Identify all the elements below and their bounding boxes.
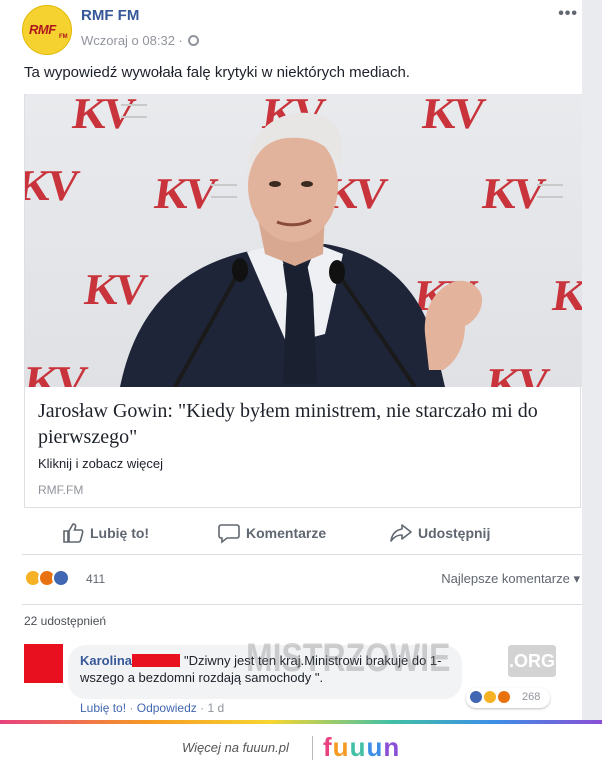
logo-letter: u	[349, 732, 367, 762]
like-label: Lubię to!	[90, 525, 150, 541]
comment-like-link[interactable]: Lubię to!	[80, 701, 126, 715]
comment-reply-link[interactable]: Odpowiedz	[137, 701, 197, 715]
speaker-figure	[120, 112, 483, 387]
comment-sort-dropdown[interactable]: Najlepsze komentarze ▾	[441, 571, 580, 587]
more-options-button[interactable]: •••	[558, 5, 578, 23]
footer-separator	[312, 736, 313, 760]
like-button[interactable]: Lubię to!	[62, 522, 172, 544]
comment-reactions[interactable]: 268	[466, 688, 550, 708]
share-button[interactable]: Udostępnij	[390, 522, 520, 544]
site-footer: Więcej na fuuun.pl fuuun	[0, 720, 602, 765]
avatar-logo-text: RMF	[29, 22, 56, 37]
globe-icon	[187, 35, 199, 46]
article-domain: RMF.FM	[38, 483, 84, 497]
watermark-text: MISTRZOWIE	[246, 636, 451, 680]
watermark-org-badge: .ORG	[508, 645, 556, 677]
speech-bubble-icon	[218, 524, 240, 544]
article-description: Kliknij i zobacz więcej	[38, 456, 163, 471]
logo-letter: u	[366, 732, 384, 762]
reactions-summary: 411 Najlepsze komentarze ▾	[24, 566, 582, 592]
share-label: Udostępnij	[418, 525, 491, 541]
comment-button[interactable]: Komentarze	[218, 522, 348, 544]
post-header: RMF FM RMF FM Wczoraj o 08:32 · •••	[22, 5, 582, 55]
thumbs-up-icon	[63, 523, 84, 543]
comment-label: Komentarze	[246, 525, 327, 541]
timestamp-text: Wczoraj o 08:32 ·	[81, 33, 183, 48]
commenter-avatar[interactable]	[24, 644, 63, 683]
comment-reaction-count: 268	[522, 691, 541, 703]
redacted-surname	[132, 654, 181, 667]
comment-author[interactable]: Karolina	[80, 653, 132, 668]
post-timestamp[interactable]: Wczoraj o 08:32 ·	[81, 33, 199, 48]
reaction-count[interactable]: 411	[86, 572, 105, 586]
facebook-post: RMF FM RMF FM Wczoraj o 08:32 · ••• Ta w…	[0, 0, 582, 720]
comment-meta: Lubię to! · Odpowiedz · 1 d	[80, 701, 224, 715]
share-count-link[interactable]: 22 udostępnień	[24, 614, 106, 628]
meta-separator: ·	[129, 701, 137, 715]
logo-letter: u	[332, 732, 350, 762]
avatar-logo-sub: FM	[59, 34, 68, 40]
logo-letter: f	[323, 732, 333, 762]
fuuun-logo[interactable]: fuuun	[323, 732, 400, 763]
article-photo[interactable]: KV KV KV KV KV KV KV KV KV KV KV KV	[25, 94, 582, 387]
divider	[22, 604, 582, 605]
page-avatar[interactable]: RMF FM	[22, 5, 72, 55]
post-text: Ta wypowiedź wywołała falę krytyki w nie…	[24, 64, 410, 81]
like-reaction-icon[interactable]	[52, 569, 70, 587]
post-actions-bar: Lubię to! Komentarze Udostępnij	[22, 511, 582, 555]
link-preview-card[interactable]: KV KV KV KV KV KV KV KV KV KV KV KV	[24, 94, 582, 508]
article-headline[interactable]: Jarosław Gowin: "Kiedy byłem ministrem, …	[38, 398, 568, 450]
share-arrow-icon	[390, 524, 412, 542]
angry-reaction-icon	[496, 689, 512, 705]
logo-letter: n	[383, 732, 401, 762]
page-name-link[interactable]: RMF FM	[81, 7, 139, 24]
page-background-strip	[582, 0, 602, 720]
footer-more-link[interactable]: Więcej na fuuun.pl	[182, 740, 289, 755]
comment-age[interactable]: 1 d	[207, 701, 224, 715]
footer-color-stripe	[0, 720, 602, 724]
